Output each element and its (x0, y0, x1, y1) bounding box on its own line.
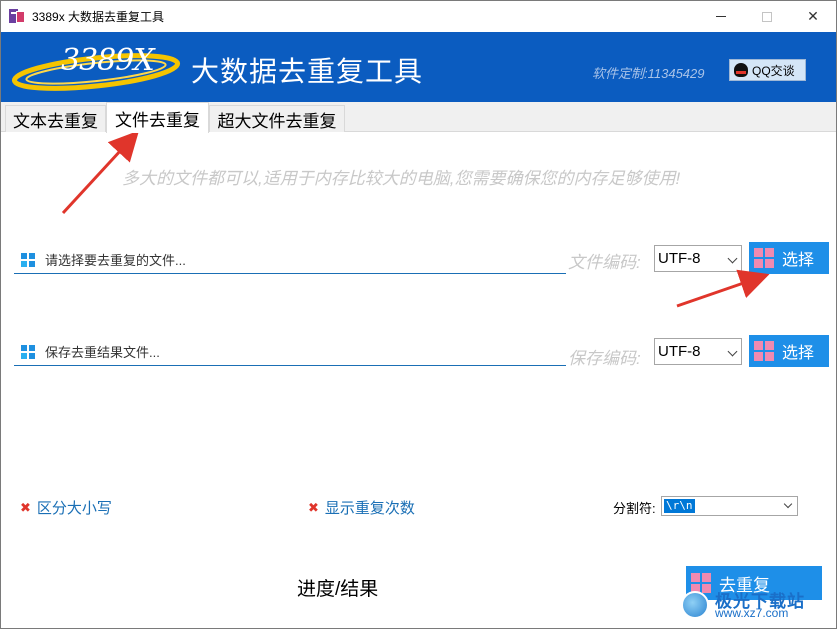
input-file-field[interactable]: 请选择要去重复的文件... (14, 246, 566, 274)
case-sensitive-checkbox[interactable]: ✖ 区分大小写 (20, 497, 112, 518)
watermark-url: www.xz7.com (715, 606, 789, 620)
output-file-field[interactable]: 保存去重结果文件... (14, 338, 566, 366)
x-mark-icon: ✖ (20, 499, 31, 515)
minimize-icon (716, 16, 726, 17)
chevron-down-icon (783, 499, 793, 509)
select-input-file-label: 选择 (782, 252, 815, 269)
maximize-button[interactable] (744, 1, 790, 32)
file-encoding-label: 文件编码: (568, 253, 641, 272)
minimize-button[interactable] (698, 1, 744, 32)
x-mark-icon: ✖ (308, 499, 319, 515)
close-icon: ✕ (807, 8, 819, 24)
close-button[interactable]: ✕ (790, 1, 836, 32)
app-title: 大数据去重复工具 (191, 56, 424, 87)
separator-label: 分割符: (613, 501, 656, 516)
input-file-placeholder: 请选择要去重复的文件... (45, 253, 186, 268)
save-encoding-value: UTF-8 (658, 343, 701, 360)
windows-grid-icon (21, 252, 35, 267)
qq-penguin-icon (734, 63, 748, 77)
custom-contact-text: 软件定制:11345429 (592, 66, 705, 81)
grid-icon (754, 248, 774, 268)
show-count-checkbox[interactable]: ✖ 显示重复次数 (308, 497, 415, 518)
grid-icon (754, 341, 774, 361)
app-window: 3389x 大数据去重复工具 ✕ 3389X 大数据去重复工具 软件定制:113… (0, 0, 837, 629)
maximize-icon (762, 11, 772, 22)
chevron-down-icon (727, 253, 738, 264)
title-bar: 3389x 大数据去重复工具 ✕ (1, 1, 836, 32)
app-icon (9, 9, 25, 23)
qq-chat-label: QQ交谈 (752, 63, 795, 78)
qq-chat-button[interactable]: QQ交谈 (729, 59, 806, 81)
file-encoding-value: UTF-8 (658, 250, 701, 267)
chevron-down-icon (727, 346, 738, 357)
window-title: 3389x 大数据去重复工具 (32, 10, 165, 24)
select-input-file-button[interactable]: 选择 (749, 242, 829, 274)
watermark: 极光下载站 www.xz7.com (677, 585, 827, 623)
tab-text-dedupe[interactable]: 文本去重复 (5, 105, 106, 132)
output-file-placeholder: 保存去重结果文件... (45, 345, 160, 360)
select-output-file-label: 选择 (782, 345, 815, 362)
logo: 3389X (11, 40, 181, 92)
tab-large-file-dedupe[interactable]: 超大文件去重复 (209, 105, 345, 132)
watermark-logo-icon (681, 591, 709, 619)
windows-grid-icon (21, 344, 35, 359)
separator-select[interactable]: \r\n (661, 496, 798, 516)
separator-value: \r\n (664, 499, 695, 513)
save-encoding-label: 保存编码: (568, 349, 641, 368)
select-output-file-button[interactable]: 选择 (749, 335, 829, 367)
tab-file-dedupe[interactable]: 文件去重复 (106, 102, 209, 133)
header-banner: 3389X 大数据去重复工具 软件定制:11345429 QQ交谈 (1, 32, 836, 102)
save-encoding-select[interactable]: UTF-8 (654, 338, 742, 365)
hint-text: 多大的文件都可以,适用于内存比较大的电脑,您需要确保您的内存足够使用! (122, 169, 681, 188)
progress-result-label: 进度/结果 (297, 579, 379, 600)
show-count-label: 显示重复次数 (324, 500, 415, 517)
file-encoding-select[interactable]: UTF-8 (654, 245, 742, 272)
case-sensitive-label: 区分大小写 (36, 500, 112, 517)
tab-bar: 文本去重复 文件去重复 超大文件去重复 (1, 102, 836, 133)
arrow-to-select-icon (676, 269, 770, 308)
logo-text: 3389X (61, 43, 155, 78)
